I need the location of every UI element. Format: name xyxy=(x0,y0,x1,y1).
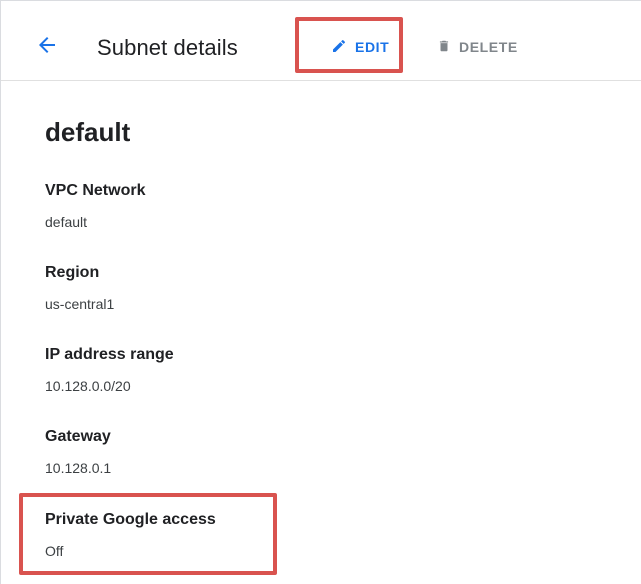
delete-label: DELETE xyxy=(459,39,518,55)
private-access-highlight-box xyxy=(19,493,277,575)
subnet-name: default xyxy=(45,117,131,147)
vpc-network-value: default xyxy=(45,214,88,230)
trash-icon xyxy=(437,38,451,57)
gateway-label: Gateway xyxy=(45,428,111,445)
region-value: us-central1 xyxy=(45,296,115,312)
subnet-details-page: Subnet details EDIT DELETE default VPC N… xyxy=(0,0,641,584)
edit-highlight-box xyxy=(295,17,403,73)
page-title: Subnet details xyxy=(97,35,238,60)
ip-range-label: IP address range xyxy=(45,346,174,363)
delete-button[interactable]: DELETE xyxy=(437,37,518,57)
ip-range-value: 10.128.0.0/20 xyxy=(45,378,131,394)
vpc-network-label: VPC Network xyxy=(45,182,146,199)
gateway-value: 10.128.0.1 xyxy=(45,460,112,476)
arrow-back-icon[interactable] xyxy=(35,33,59,57)
region-label: Region xyxy=(45,264,100,281)
